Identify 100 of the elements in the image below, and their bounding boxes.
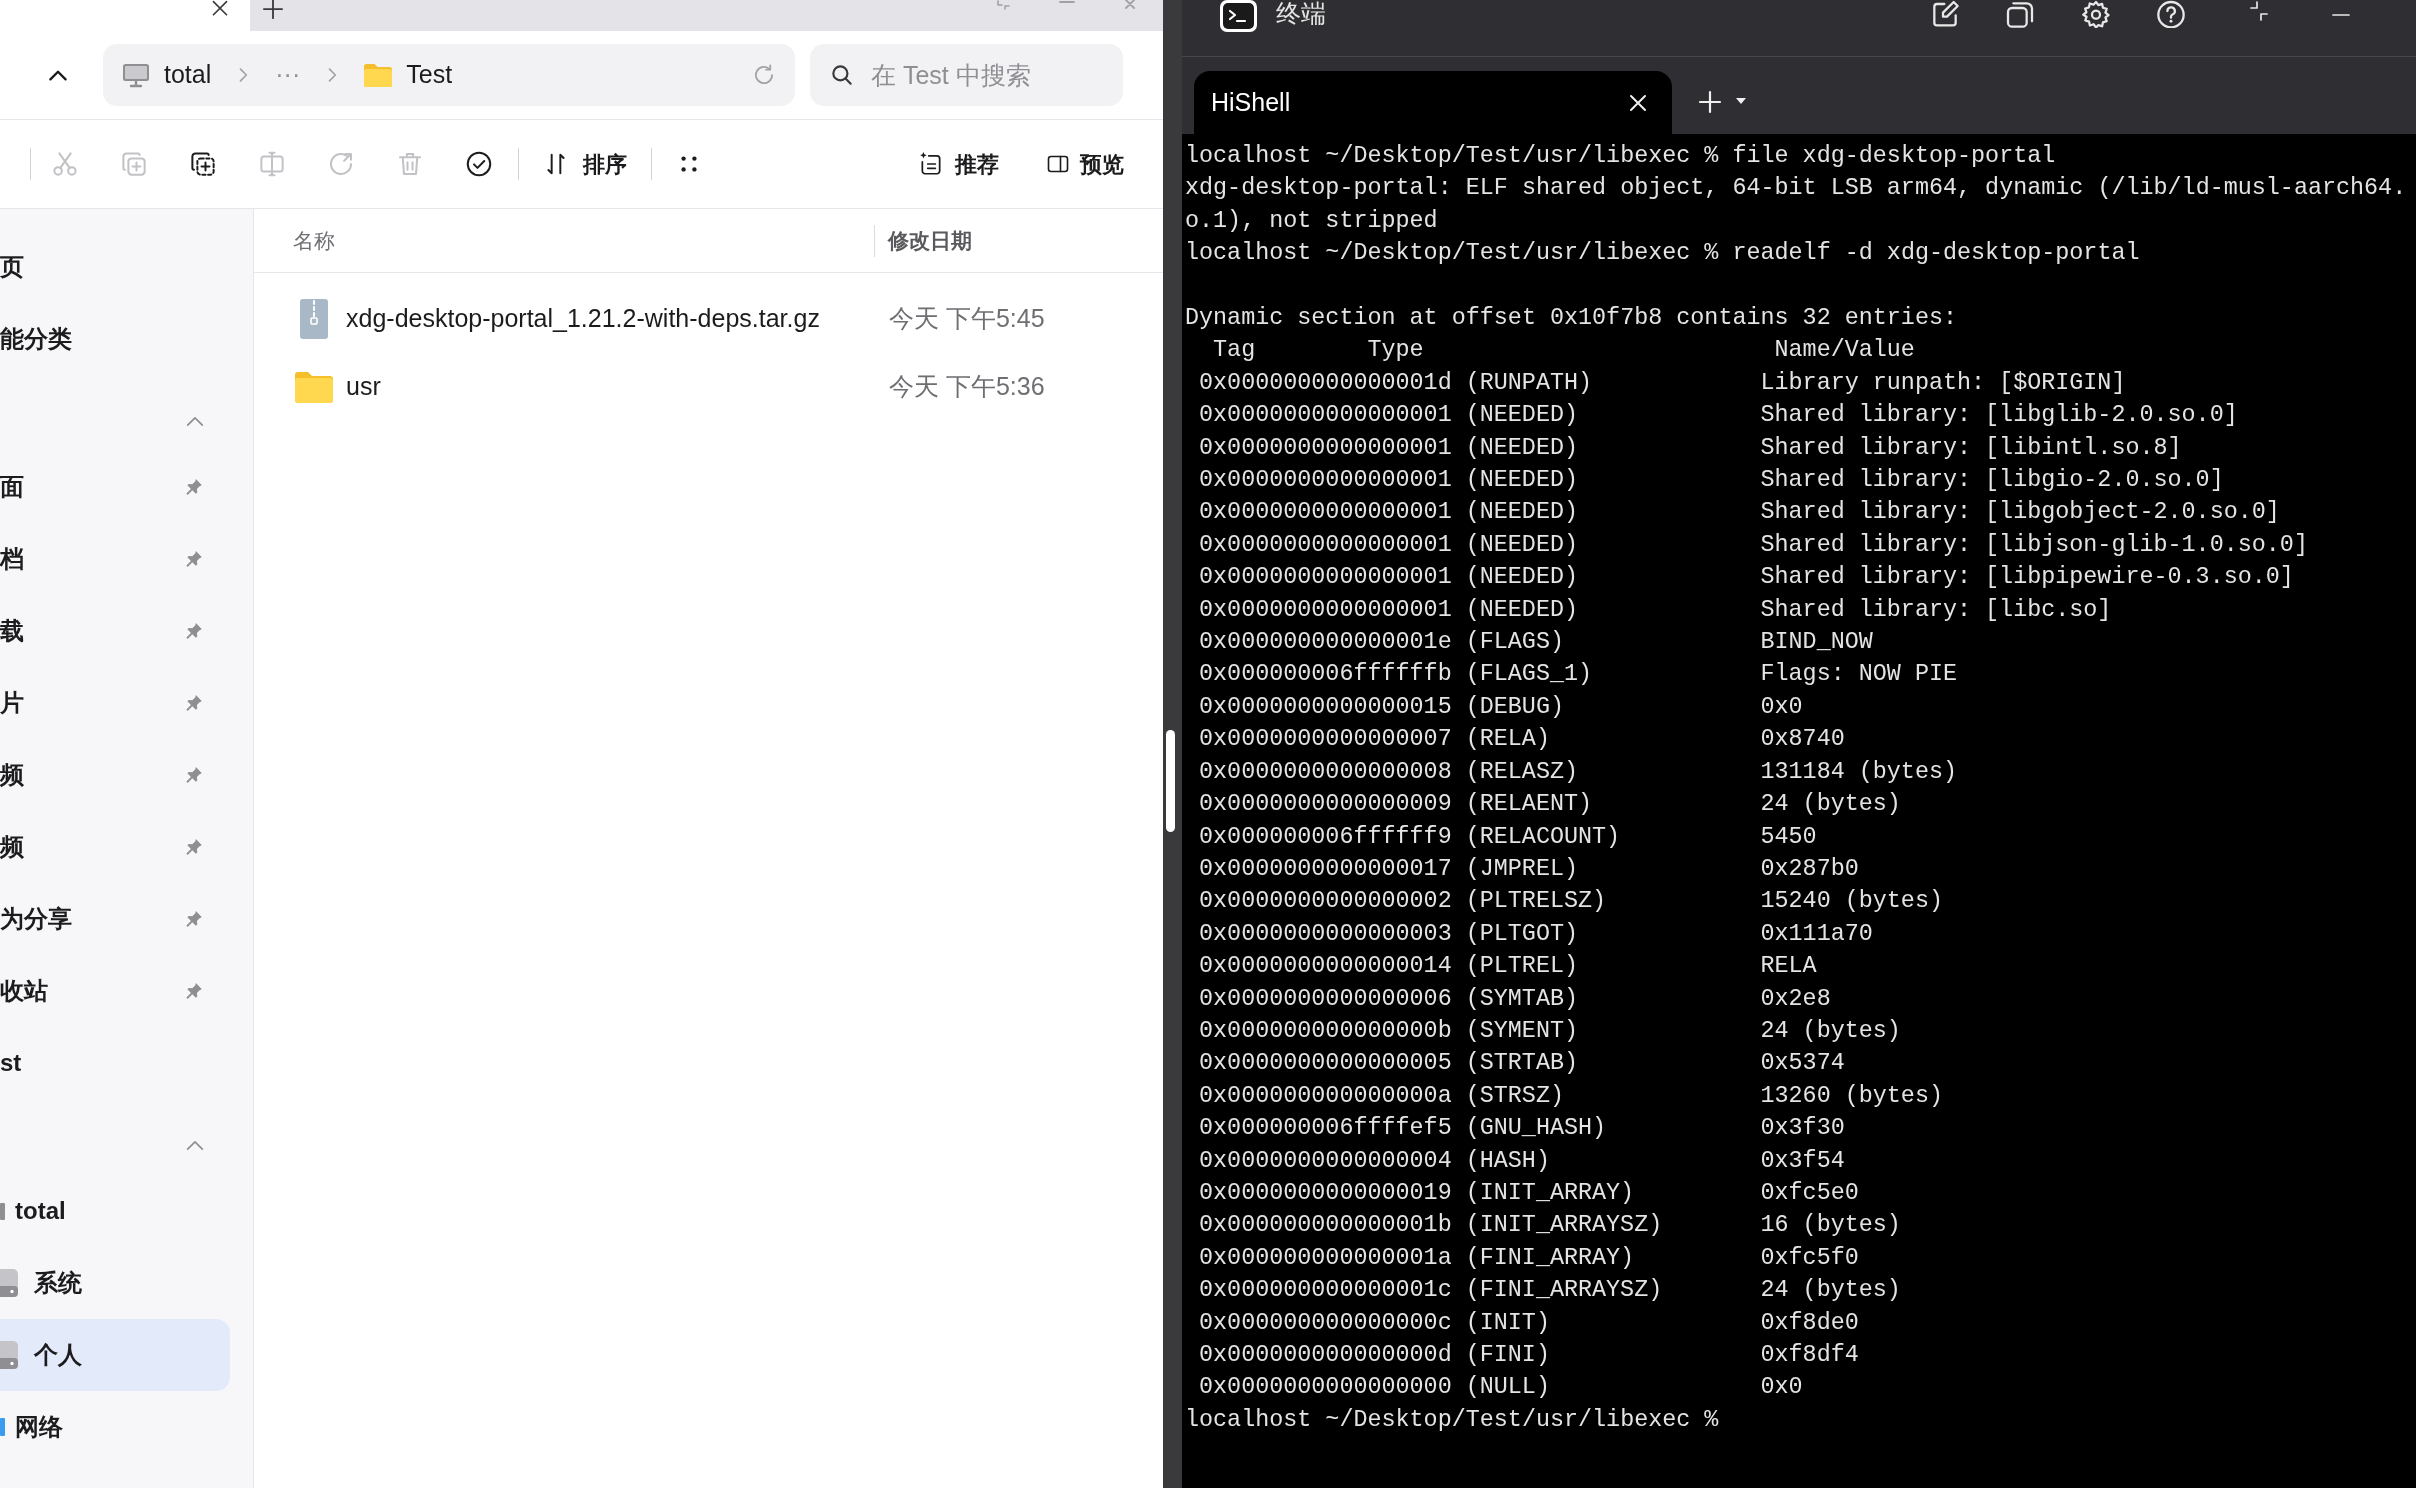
entry-tag: 0x0000000000000001 bbox=[1199, 399, 1452, 432]
entry-value: Library runpath: [$ORIGIN] bbox=[1760, 368, 2126, 398]
entry-value: 0x0 bbox=[1760, 692, 1803, 722]
entry-value: RELA bbox=[1760, 952, 1817, 982]
dashed-square-plus-icon[interactable] bbox=[188, 149, 218, 179]
entry-tag: 0x0000000000000002 bbox=[1199, 885, 1452, 918]
entry-value: 0xfc5f0 bbox=[1760, 1243, 1859, 1273]
entry-type: (INIT_ARRAY) bbox=[1465, 1179, 1635, 1208]
sidebar-item[interactable]: total bbox=[0, 1175, 230, 1247]
entry-tag: 0x0000000000000001 bbox=[1199, 561, 1452, 594]
sidebar-item[interactable]: 片 bbox=[0, 667, 230, 739]
column-header[interactable]: 修改日期 bbox=[888, 224, 972, 257]
folder-icon bbox=[295, 371, 333, 403]
corner-arrows-icon[interactable] bbox=[994, 0, 1012, 10]
entry-value: Shared library: [libglib-2.0.so.0] bbox=[1760, 401, 2238, 431]
terminal-output: o.1), not stripped bbox=[1185, 206, 1438, 236]
sidebar-item[interactable]: 个人 bbox=[0, 1319, 230, 1391]
entry-value: 13260 (bytes) bbox=[1760, 1081, 1943, 1111]
sidebar-item[interactable]: 网络 bbox=[0, 1391, 230, 1463]
breadcrumb-item[interactable]: Test bbox=[364, 55, 453, 95]
pin-icon[interactable] bbox=[184, 909, 204, 929]
terminal-tab[interactable]: HiShell bbox=[1194, 71, 1672, 134]
sort-button[interactable]: 排序 bbox=[533, 140, 637, 188]
entry-tag: 0x000000000000001d bbox=[1199, 366, 1452, 400]
search-field[interactable]: 在 Test 中搜索 bbox=[810, 44, 1123, 106]
entry-type: (GNU_HASH) bbox=[1465, 1114, 1607, 1144]
entry-value: 0xf8df4 bbox=[1760, 1341, 1859, 1370]
terminal-prompt: localhost ~/Desktop/Test/usr/libexec % bbox=[1185, 1405, 1719, 1435]
entry-type: (SYMENT) bbox=[1465, 1016, 1578, 1046]
file-row[interactable]: xdg-desktop-portal_1.21.2-with-deps.tar.gz 今天 下午5:45 bbox=[254, 285, 1163, 353]
resize-handle[interactable] bbox=[1166, 730, 1175, 832]
plus-icon[interactable] bbox=[262, 0, 284, 20]
terminal-app-icon bbox=[1220, 0, 1257, 32]
entry-tag: 0x000000000000000a bbox=[1199, 1079, 1452, 1113]
entry-type: (SYMTAB) bbox=[1465, 984, 1578, 1014]
entry-value: Flags: NOW PIE bbox=[1760, 660, 1957, 690]
entry-type: (JMPREL) bbox=[1465, 854, 1578, 884]
sidebar-item[interactable]: 为分享 bbox=[0, 883, 230, 955]
pin-icon[interactable] bbox=[184, 693, 204, 713]
entry-tag: 0x0000000000000017 bbox=[1199, 852, 1452, 886]
help-icon[interactable] bbox=[2155, 0, 2187, 28]
modified-date: 今天 下午5:45 bbox=[889, 303, 1045, 335]
entry-type: (FINI_ARRAY) bbox=[1465, 1243, 1635, 1273]
close-icon[interactable] bbox=[210, 0, 230, 18]
breadcrumb-item[interactable]: total bbox=[122, 55, 212, 95]
entry-value: Shared library: [libintl.so.8] bbox=[1760, 433, 2182, 463]
sidebar-item[interactable]: 档 bbox=[0, 523, 230, 595]
pin-icon[interactable] bbox=[184, 765, 204, 785]
entry-type: (STRSZ) bbox=[1465, 1081, 1564, 1111]
entry-value: 0xf8de0 bbox=[1760, 1308, 1859, 1338]
entry-value: 0x8740 bbox=[1760, 725, 1845, 755]
computer-icon bbox=[122, 62, 150, 88]
entry-type: (FLAGS_1) bbox=[1465, 660, 1593, 690]
entry-type: (PLTREL) bbox=[1465, 952, 1578, 982]
entry-type: (NULL) bbox=[1465, 1373, 1550, 1403]
entry-type: (RELAENT) bbox=[1465, 790, 1593, 820]
entry-type: (HASH) bbox=[1465, 1146, 1550, 1176]
pin-icon[interactable] bbox=[184, 477, 204, 497]
stacked-squares-icon[interactable] bbox=[2004, 0, 2036, 28]
entry-tag: 0x0000000000000001 bbox=[1199, 464, 1452, 497]
entry-value: 24 (bytes) bbox=[1760, 1276, 1901, 1306]
pin-icon[interactable] bbox=[184, 981, 204, 1001]
terminal-prompt: localhost ~/Desktop/Test/usr/libexec % bbox=[1185, 142, 1719, 171]
entry-tag: 0x000000006ffffef5 bbox=[1199, 1112, 1452, 1145]
entry-type: (NEEDED) bbox=[1465, 433, 1578, 463]
recommend-button[interactable]: 推荐 bbox=[908, 140, 1009, 188]
sidebar-item[interactable]: st bbox=[0, 1027, 230, 1099]
entry-type: (PLTGOT) bbox=[1465, 919, 1578, 949]
entry-value: BIND_NOW bbox=[1760, 628, 1873, 658]
entry-type: (INIT) bbox=[1465, 1308, 1550, 1338]
entry-type: (RELASZ) bbox=[1465, 757, 1578, 787]
sidebar-item[interactable]: 系统 bbox=[0, 1247, 230, 1319]
sidebar-item[interactable]: 载 bbox=[0, 595, 230, 667]
caret-down-icon[interactable] bbox=[1735, 97, 1747, 105]
pin-icon[interactable] bbox=[184, 621, 204, 641]
column-header[interactable]: 名称 bbox=[293, 224, 335, 257]
pin-icon[interactable] bbox=[184, 837, 204, 857]
sidebar-item[interactable]: 频 bbox=[0, 739, 230, 811]
file-row[interactable]: usr 今天 下午5:36 bbox=[254, 353, 1163, 421]
entry-value: Shared library: [libpipewire-0.3.so.0] bbox=[1760, 563, 2294, 593]
preview-button[interactable]: 预览 bbox=[1036, 140, 1134, 188]
collapse-arrows-icon[interactable] bbox=[2248, 0, 2270, 22]
settings-icon[interactable] bbox=[2080, 0, 2112, 28]
column-header: Type bbox=[1367, 336, 1424, 366]
terminal-command: file xdg-desktop-portal bbox=[1732, 142, 2056, 171]
entry-tag: 0x0000000000000001 bbox=[1199, 431, 1452, 465]
entry-type: (RUNPATH) bbox=[1465, 368, 1593, 398]
window-title: 终端 bbox=[1276, 0, 1326, 26]
sidebar-item[interactable]: 页 bbox=[0, 231, 230, 303]
sidebar-item[interactable]: 频 bbox=[0, 811, 230, 883]
sidebar-item[interactable]: 能分类 bbox=[0, 303, 230, 375]
file-name: usr bbox=[346, 371, 381, 403]
terminal-prompt: localhost ~/Desktop/Test/usr/libexec % bbox=[1185, 239, 1719, 269]
pin-icon[interactable] bbox=[184, 549, 204, 569]
entry-type: (FINI_ARRAYSZ) bbox=[1465, 1276, 1663, 1306]
check-circle-icon[interactable] bbox=[464, 149, 494, 179]
entry-tag: 0x000000000000001e bbox=[1199, 626, 1452, 659]
address-bar[interactable]: total ··· Test bbox=[103, 44, 795, 106]
sidebar-item[interactable]: 收站 bbox=[0, 955, 230, 1027]
sidebar-item[interactable]: 面 bbox=[0, 451, 230, 523]
